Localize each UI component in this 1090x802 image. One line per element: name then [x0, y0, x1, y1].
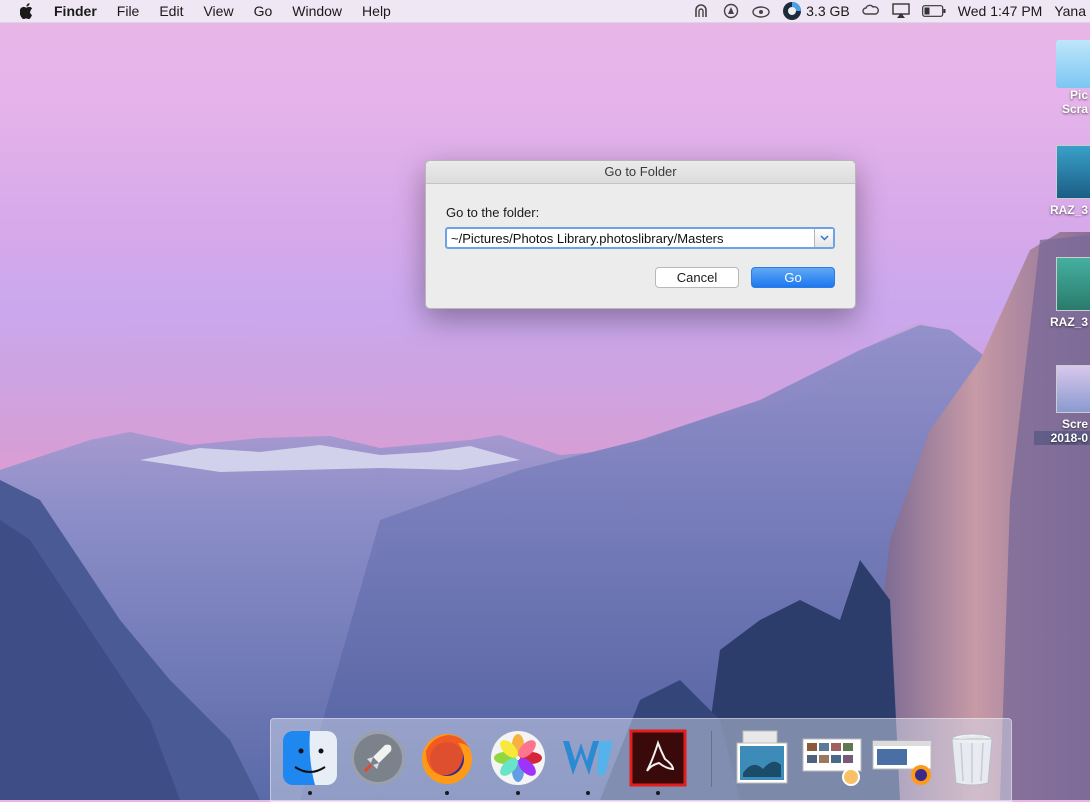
acrobat-icon: [629, 729, 687, 787]
running-indicator: [308, 791, 312, 795]
word-icon: [563, 741, 613, 775]
running-indicator: [445, 791, 449, 795]
folder-path-combobox[interactable]: [445, 227, 835, 249]
desktop-item-label: Pic: [1069, 88, 1088, 102]
go-button[interactable]: Go: [751, 267, 835, 288]
image-thumbnail-icon: [1056, 145, 1090, 199]
battery-icon[interactable]: [921, 3, 946, 19]
screenshot-thumbnail-icon: [1056, 365, 1090, 413]
menu-bar: Finder File Edit View Go Window Help 3.3…: [0, 0, 1090, 23]
dock-photo-browser-window[interactable]: [801, 729, 862, 787]
cancel-button[interactable]: Cancel: [655, 267, 739, 288]
folder-icon: [1056, 40, 1090, 88]
go-to-folder-dialog: Go to Folder Go to the folder: Cancel Go: [425, 160, 856, 309]
menu-window[interactable]: Window: [292, 3, 342, 19]
cloud-sync-icon[interactable]: [752, 3, 770, 19]
menu-go[interactable]: Go: [254, 3, 273, 19]
menu-user[interactable]: Yana: [1054, 3, 1086, 19]
running-indicator: [656, 791, 660, 795]
desktop-wallpaper: [0, 232, 1090, 800]
running-indicator: [516, 791, 520, 795]
folder-prompt-label: Go to the folder:: [446, 205, 540, 220]
desktop-item-folder[interactable]: Pic Scra: [1034, 40, 1090, 116]
preview-document-icon: [736, 730, 788, 784]
path-history-dropdown-button[interactable]: [814, 229, 833, 247]
finder-icon: [283, 731, 337, 785]
menu-clock[interactable]: Wed 1:47 PM: [958, 3, 1043, 19]
trash-icon: [951, 733, 993, 786]
photo-grid-icon: [802, 738, 862, 786]
dialog-title: Go to Folder: [426, 161, 855, 184]
menu-help[interactable]: Help: [362, 3, 391, 19]
running-indicator: [586, 791, 590, 795]
menu-app-finder[interactable]: Finder: [54, 3, 97, 19]
dock-photos[interactable]: [489, 729, 547, 795]
dock-acrobat[interactable]: [629, 729, 687, 795]
desktop-item-label: 2018-0: [1034, 431, 1090, 445]
dock-finder[interactable]: [281, 729, 339, 795]
dock-launchpad[interactable]: [349, 729, 407, 787]
desktop-item-screenshot[interactable]: Scre 2018-0: [1034, 365, 1090, 445]
dock: [270, 718, 1012, 802]
warning-icon[interactable]: [722, 3, 740, 19]
desktop-item-image[interactable]: RAZ_3: [1034, 145, 1090, 217]
dock-firefox[interactable]: [418, 729, 476, 795]
apple-menu-icon[interactable]: [18, 2, 36, 20]
menu-view[interactable]: View: [203, 3, 233, 19]
desktop-item-label: Scra: [1061, 102, 1088, 116]
image-thumbnail-icon: [1056, 257, 1090, 311]
firefox-window-icon: [872, 740, 932, 785]
memory-gauge-icon[interactable]: [782, 2, 802, 20]
menu-edit[interactable]: Edit: [159, 3, 183, 19]
photos-icon: [491, 731, 545, 785]
folder-path-input[interactable]: [449, 230, 819, 246]
dock-word[interactable]: [559, 729, 617, 795]
desktop-item-image[interactable]: RAZ_3: [1034, 257, 1090, 329]
dock-separator: [711, 731, 712, 787]
creative-cloud-icon[interactable]: [862, 3, 880, 19]
dock-preview-document[interactable]: [733, 729, 791, 787]
dock-firefox-window[interactable]: [871, 729, 932, 787]
time-machine-icon[interactable]: [692, 3, 710, 19]
desktop-item-label: Scre: [1061, 417, 1088, 431]
firefox-icon: [422, 734, 472, 784]
memory-usage: 3.3 GB: [806, 3, 850, 19]
chevron-down-icon: [819, 235, 829, 241]
menu-file[interactable]: File: [117, 3, 140, 19]
airplay-icon[interactable]: [892, 3, 910, 19]
desktop-item-label: RAZ_3: [1049, 315, 1088, 329]
dock-trash[interactable]: [943, 729, 1001, 787]
launchpad-rocket-icon: [351, 731, 405, 785]
desktop-item-label: RAZ_3: [1049, 203, 1088, 217]
